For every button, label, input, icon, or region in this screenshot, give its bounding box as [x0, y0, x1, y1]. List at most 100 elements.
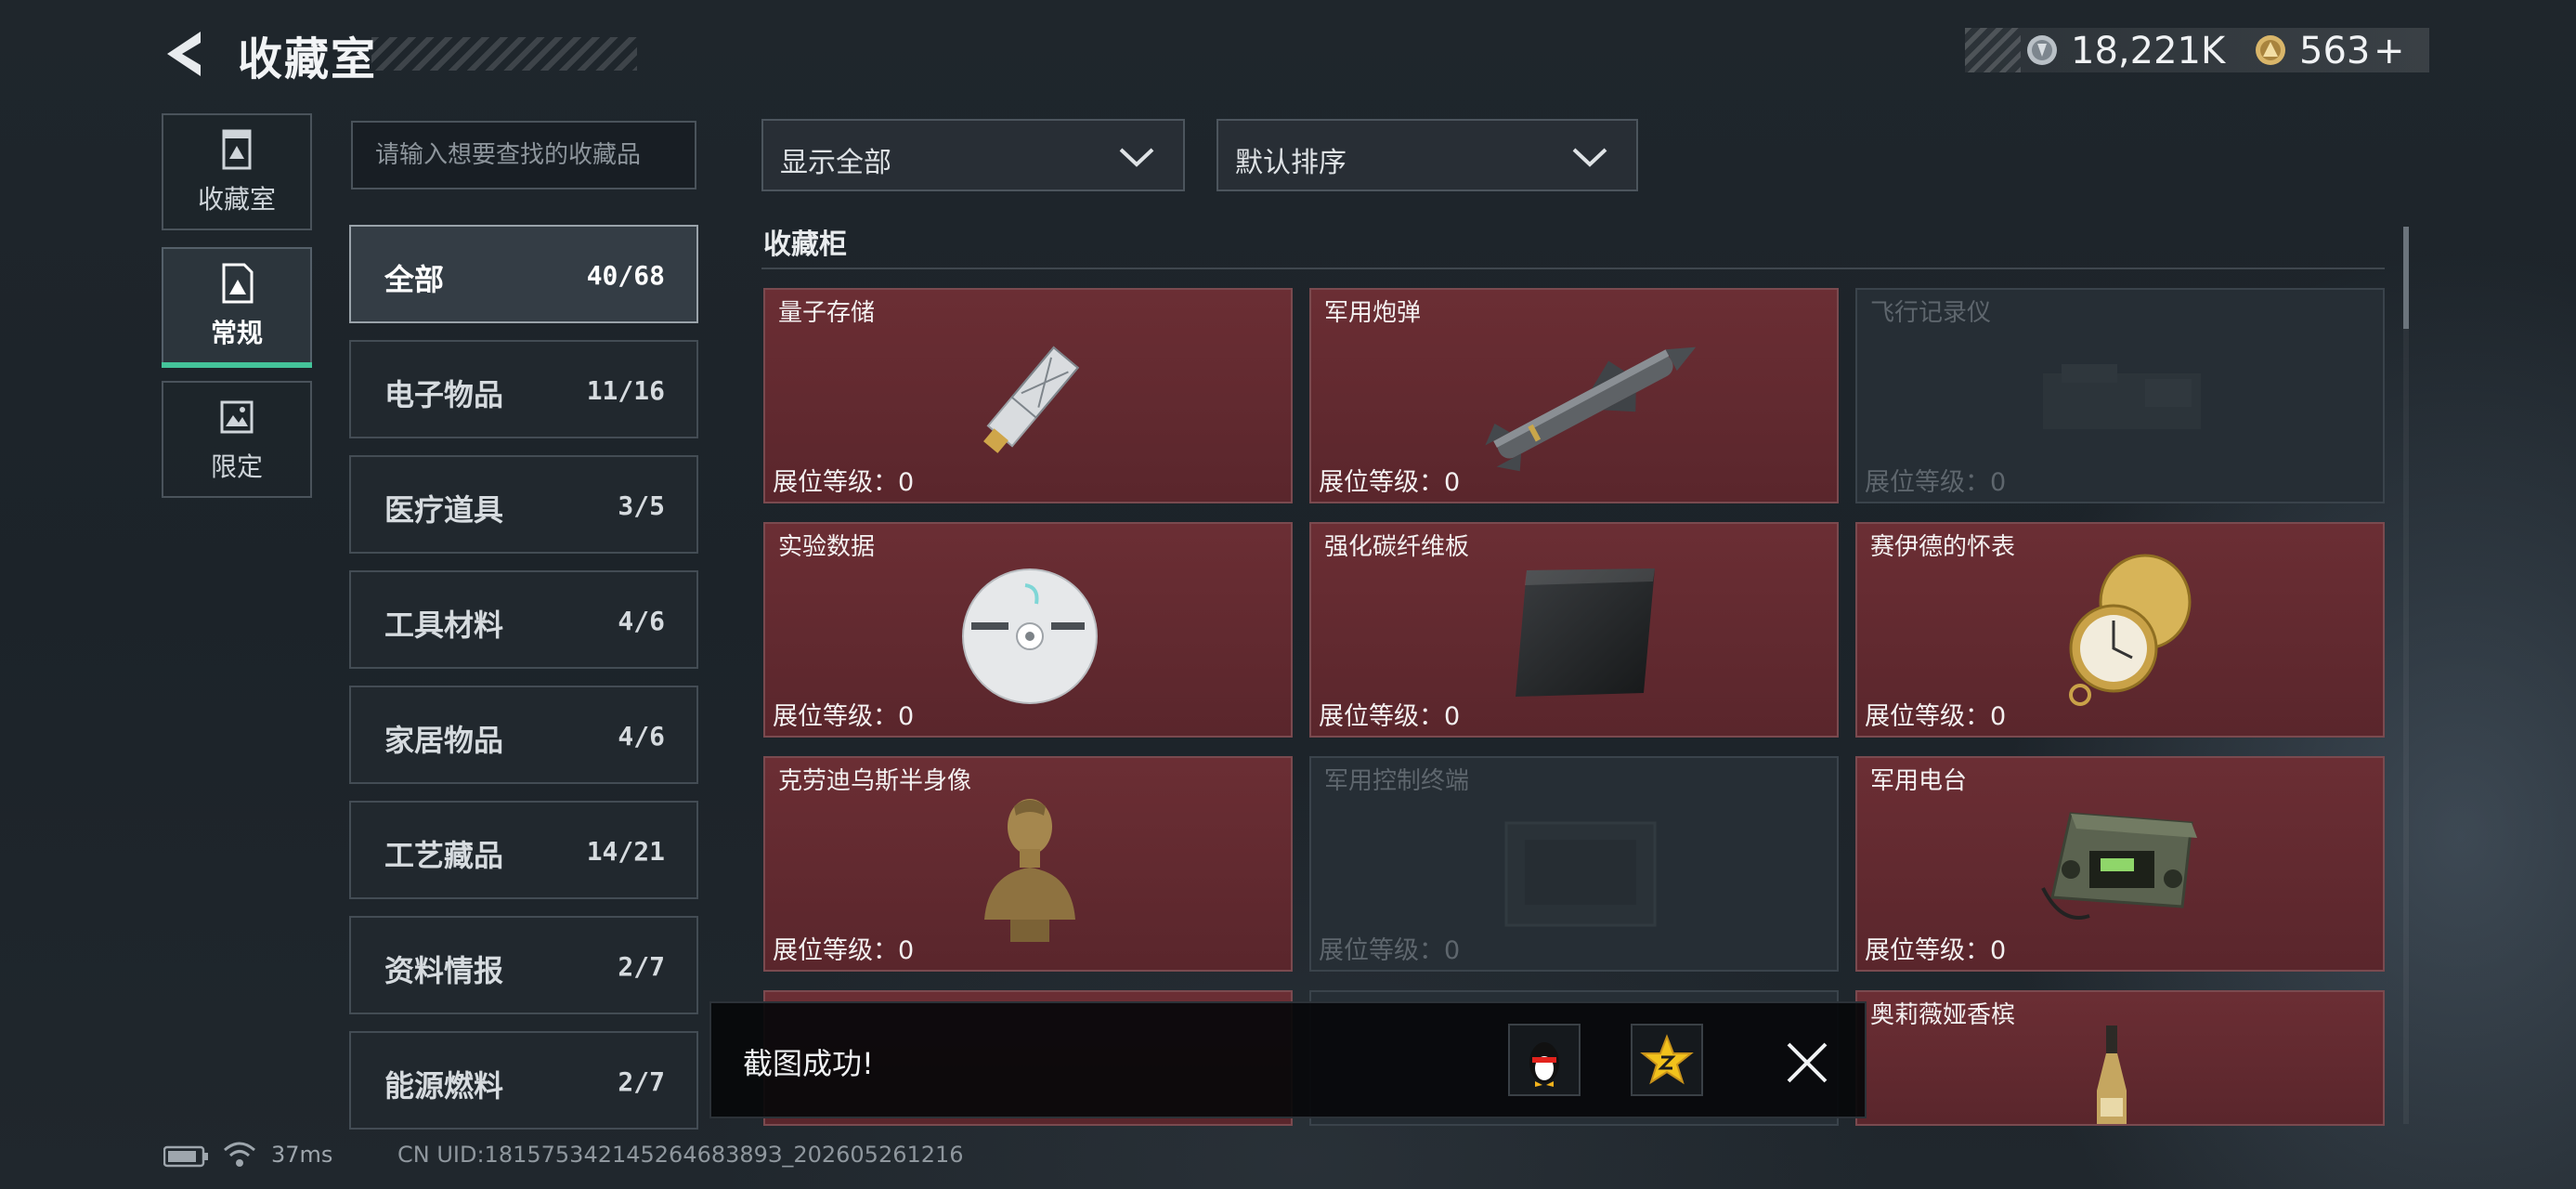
category-electronics[interactable]: 电子物品 11/16: [349, 340, 698, 438]
item-card[interactable]: 赛伊德的怀表 展位等级：0: [1855, 522, 2385, 738]
share-qq-button[interactable]: [1508, 1024, 1581, 1096]
category-intel[interactable]: 资料情报 2/7: [349, 916, 698, 1014]
item-name: 军用控制终端: [1324, 767, 1470, 795]
item-name: 强化碳纤维板: [1324, 533, 1470, 561]
category-name: 工具材料: [384, 608, 504, 643]
level-label: 展位等级：: [1319, 936, 1444, 965]
level-value: 0: [1990, 936, 2007, 965]
qzone-star-icon: [1640, 1034, 1694, 1085]
search-input[interactable]: [351, 121, 696, 189]
category-count: 3/5: [618, 490, 665, 521]
category-count: 4/6: [618, 606, 665, 636]
military-radio-icon: [2041, 812, 2197, 920]
category-count: 2/7: [618, 1066, 665, 1097]
carbon-plate-icon: [1516, 568, 1655, 697]
currency-bar: 18,221K 563 +: [1965, 28, 2429, 72]
silver-currency-value: 18,221K: [2071, 30, 2226, 72]
item-card[interactable]: 军用炮弹 展位等级：0: [1309, 288, 1839, 503]
flight-recorder-icon: [2043, 364, 2201, 429]
level-value: 0: [1444, 468, 1461, 497]
category-crafts[interactable]: 工艺藏品 14/21: [349, 801, 698, 899]
scrollbar-thumb[interactable]: [2403, 227, 2409, 329]
item-level: 展位等级：0: [773, 696, 914, 732]
level-value: 0: [898, 702, 915, 731]
side-tab-regular[interactable]: 常规: [162, 247, 312, 368]
champagne-bottle-icon: [2097, 1026, 2127, 1124]
user-uid: CN UID:18157534214526468389З_20260526121…: [397, 1142, 964, 1168]
level-label: 展位等级：: [773, 702, 898, 731]
screenshot-toast: 截图成功!: [709, 1001, 1867, 1118]
item-name: 克劳迪乌斯半身像: [778, 767, 972, 795]
sort-dropdown[interactable]: 默认排序: [1216, 119, 1638, 191]
category-medical[interactable]: 医疗道具 3/5: [349, 455, 698, 554]
level-label: 展位等级：: [773, 468, 898, 497]
chevron-down-icon: [1119, 148, 1154, 167]
qq-penguin-icon: [1529, 1042, 1559, 1087]
side-tab-label: 常规: [210, 318, 263, 348]
category-count: 11/16: [586, 375, 665, 406]
level-value: 0: [898, 936, 915, 965]
section-title: 收藏柜: [763, 229, 847, 261]
item-card[interactable]: 军用电台 展位等级：0: [1855, 756, 2385, 972]
level-label: 展位等级：: [1865, 702, 1990, 731]
category-count: 2/7: [618, 951, 665, 982]
item-card[interactable]: 实验数据 展位等级：0: [763, 522, 1293, 738]
bust-statue-icon: [984, 799, 1075, 942]
share-qzone-button[interactable]: [1631, 1024, 1703, 1096]
sort-value: 默认排序: [1235, 147, 1347, 179]
category-energy[interactable]: 能源燃料 2/7: [349, 1031, 698, 1130]
category-name: 电子物品: [384, 377, 504, 412]
item-name: 军用电台: [1870, 767, 1968, 795]
control-terminal-icon: [1504, 821, 1657, 927]
show-filter-dropdown[interactable]: 显示全部: [761, 119, 1185, 191]
side-tab-collection-room[interactable]: 收藏室: [162, 113, 312, 230]
usb-drive-icon: [983, 346, 1080, 453]
regular-icon: [222, 263, 254, 304]
item-card[interactable]: 强化碳纤维板 展位等级：0: [1309, 522, 1839, 738]
category-all[interactable]: 全部 40/68: [349, 225, 698, 323]
item-card[interactable]: 奥莉薇娅香槟: [1855, 990, 2385, 1126]
cd-disc-icon: [962, 568, 1098, 704]
wifi-icon: [224, 1142, 255, 1167]
side-tab-limited[interactable]: 限定: [162, 381, 312, 498]
category-name: 能源燃料: [384, 1068, 504, 1104]
back-arrow-icon[interactable]: [160, 26, 215, 82]
category-household[interactable]: 家居物品 4/6: [349, 686, 698, 784]
add-currency-button[interactable]: +: [2374, 30, 2405, 72]
chevron-down-icon: [1572, 148, 1607, 167]
collection-room-icon: [222, 129, 252, 170]
ping-value: 37ms: [271, 1142, 333, 1168]
category-count: 40/68: [586, 260, 665, 291]
category-tools[interactable]: 工具材料 4/6: [349, 570, 698, 669]
category-count: 14/21: [586, 836, 665, 867]
item-card[interactable]: 克劳迪乌斯半身像 展位等级：0: [763, 756, 1293, 972]
item-name: 飞行记录仪: [1870, 299, 1992, 327]
show-filter-value: 显示全部: [780, 147, 891, 179]
item-level: 展位等级：0: [1319, 696, 1460, 732]
pocket-watch-icon: [2069, 554, 2192, 706]
level-label: 展位等级：: [1319, 702, 1444, 731]
gold-coin-icon: [2256, 35, 2285, 65]
item-level: 展位等级：0: [773, 462, 914, 498]
category-name: 家居物品: [384, 723, 504, 758]
item-level: 展位等级：0: [1319, 930, 1460, 966]
item-name: 奥莉薇娅香槟: [1870, 1001, 2016, 1029]
item-level: 展位等级：0: [773, 930, 914, 966]
item-card[interactable]: 飞行记录仪 展位等级：0: [1855, 288, 2385, 503]
item-name: 量子存储: [778, 299, 876, 327]
level-value: 0: [1990, 702, 2007, 731]
item-card[interactable]: 军用控制终端 展位等级：0: [1309, 756, 1839, 972]
item-name: 赛伊德的怀表: [1870, 533, 2016, 561]
scrollbar[interactable]: [2403, 227, 2409, 1124]
title-decoration: [371, 37, 637, 71]
category-name: 全部: [384, 262, 445, 297]
close-icon[interactable]: [1785, 1040, 1829, 1085]
category-name: 工艺藏品: [384, 838, 504, 873]
item-card[interactable]: 量子存储 展位等级：0: [763, 288, 1293, 503]
limited-icon: [220, 400, 254, 434]
level-value: 0: [1444, 936, 1461, 965]
side-tab-label: 收藏室: [197, 184, 276, 215]
level-label: 展位等级：: [1865, 468, 1990, 497]
level-value: 0: [898, 468, 915, 497]
page-title: 收藏室: [238, 33, 378, 85]
